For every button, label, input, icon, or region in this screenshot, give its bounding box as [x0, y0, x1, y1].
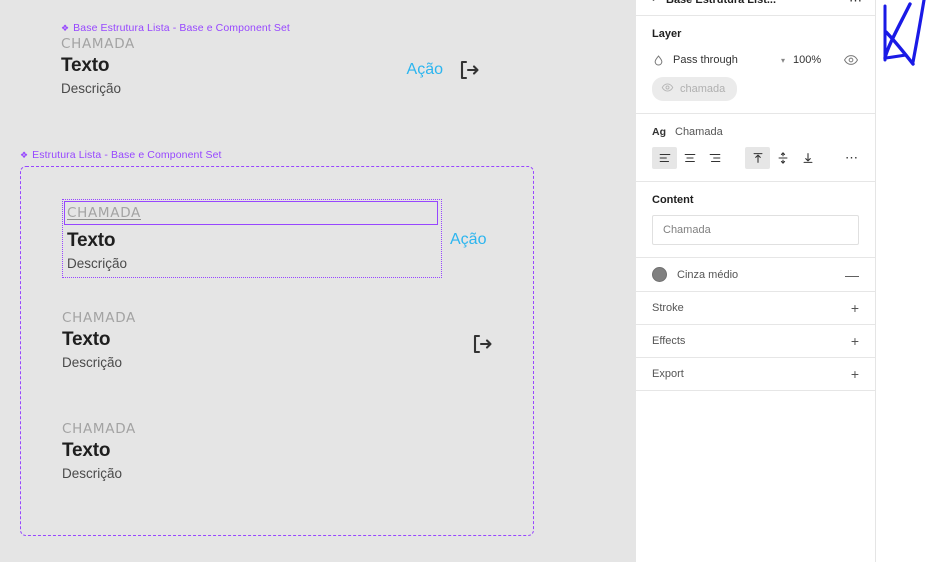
add-export-button[interactable]: +: [851, 367, 859, 381]
hidden-layer-pill-label: chamada: [680, 83, 726, 95]
panel-header-title: Base Estrutura List...: [666, 0, 777, 6]
layer-section-title: Layer: [652, 28, 682, 40]
blue-scribble-mark: [883, 0, 926, 66]
selected-text-node-chamada[interactable]: CHAMADA: [64, 201, 438, 225]
list-item-2-description: Descrição: [62, 355, 123, 370]
alignment-toolbar: ⋯: [652, 147, 859, 169]
opacity-value[interactable]: 100%: [793, 54, 835, 66]
list-item-2[interactable]: CHAMADA Texto Descrição: [62, 310, 494, 370]
list-item-2-title: Texto: [62, 329, 111, 350]
preview-description: Descrição: [61, 81, 122, 96]
stroke-section: Stroke +: [636, 292, 875, 325]
typography-section: Ag Chamada ⋯: [636, 114, 875, 182]
more-options-icon[interactable]: ⋯: [849, 0, 863, 7]
component-diamond-icon: ❖: [61, 22, 70, 33]
effects-section: Effects +: [636, 325, 875, 358]
more-options-icon[interactable]: ⋯: [845, 150, 859, 166]
list-item-1-description: Descrição: [67, 256, 128, 271]
export-section-title: Export: [652, 368, 684, 380]
component-set-diamond-icon: ❖: [20, 149, 29, 160]
chevron-down-icon[interactable]: ▾: [781, 56, 785, 65]
list-item-2-eyebrow: CHAMADA: [62, 310, 136, 326]
preview-title: Texto: [61, 55, 110, 76]
align-right-button[interactable]: [702, 147, 727, 169]
text-style-name[interactable]: Chamada: [675, 126, 723, 138]
add-stroke-button[interactable]: +: [851, 301, 859, 315]
layer-section: Layer Pass through ▾ 100% chamada: [636, 16, 875, 114]
chevron-down-icon[interactable]: [648, 0, 659, 7]
effects-section-title: Effects: [652, 335, 686, 347]
design-canvas[interactable]: ❖ Base Estrutura Lista - Base e Componen…: [0, 0, 636, 562]
list-item-3-description: Descrição: [62, 466, 123, 481]
remove-fill-button[interactable]: —: [845, 268, 859, 282]
list-item-3-title: Texto: [62, 440, 111, 461]
fill-section: Cinza médio —: [636, 258, 875, 292]
list-item-3-eyebrow: CHAMADA: [62, 421, 136, 437]
preview-component-label-text: Base Estrutura Lista - Base e Component …: [73, 22, 290, 34]
export-section: Export +: [636, 358, 875, 391]
content-input[interactable]: Chamada: [652, 215, 859, 245]
add-effect-button[interactable]: +: [851, 334, 859, 348]
hidden-layer-pill-chamada[interactable]: chamada: [652, 77, 738, 101]
eye-icon[interactable]: [843, 52, 859, 68]
list-item-3[interactable]: CHAMADA Texto Descrição: [62, 421, 494, 481]
content-section: Content Chamada: [636, 182, 875, 258]
logout-icon[interactable]: [457, 58, 481, 82]
blend-mode-value[interactable]: Pass through: [673, 54, 777, 66]
preview-action-link[interactable]: Ação: [407, 61, 443, 79]
content-section-title: Content: [652, 194, 694, 206]
fill-color-name[interactable]: Cinza médio: [677, 269, 835, 281]
text-style-row[interactable]: Ag Chamada: [652, 126, 859, 138]
panel-header[interactable]: Base Estrutura List... ⋯: [636, 0, 875, 16]
text-style-icon: Ag: [652, 126, 666, 138]
preview-list-item[interactable]: CHAMADA Texto Descrição Ação: [61, 36, 481, 96]
align-left-button[interactable]: [652, 147, 677, 169]
list-item-selected[interactable]: CHAMADA Texto Descrição: [62, 199, 442, 278]
preview-list-item-text: CHAMADA Texto Descrição: [61, 36, 407, 96]
logout-icon[interactable]: [470, 332, 494, 356]
blend-mode-icon: [652, 54, 665, 67]
layer-blend-row: Pass through ▾ 100%: [652, 52, 859, 68]
right-margin-area: [876, 0, 929, 562]
component-set-frame[interactable]: CHAMADA Texto Descrição Ação CHAMADA Tex…: [20, 166, 534, 536]
align-bottom-button[interactable]: [795, 147, 820, 169]
figma-window: ❖ Base Estrutura Lista - Base e Componen…: [0, 0, 929, 562]
align-middle-button[interactable]: [770, 147, 795, 169]
preview-eyebrow: CHAMADA: [61, 36, 135, 52]
list-item-1-title: Texto: [67, 230, 116, 251]
component-set-label[interactable]: ❖ Estrutura Lista - Base e Component Set: [20, 149, 222, 161]
fill-color-swatch[interactable]: [652, 267, 667, 282]
component-set-label-text: Estrutura Lista - Base e Component Set: [32, 149, 222, 161]
preview-component-label[interactable]: ❖ Base Estrutura Lista - Base e Componen…: [61, 22, 290, 34]
align-center-button[interactable]: [677, 147, 702, 169]
list-item-1-action-link[interactable]: Ação: [450, 231, 486, 249]
fill-row: Cinza médio —: [652, 267, 859, 282]
eye-icon[interactable]: [661, 81, 674, 97]
properties-panel: Base Estrutura List... ⋯ Layer Pass thro…: [636, 0, 876, 562]
stroke-section-title: Stroke: [652, 302, 684, 314]
align-top-button[interactable]: [745, 147, 770, 169]
